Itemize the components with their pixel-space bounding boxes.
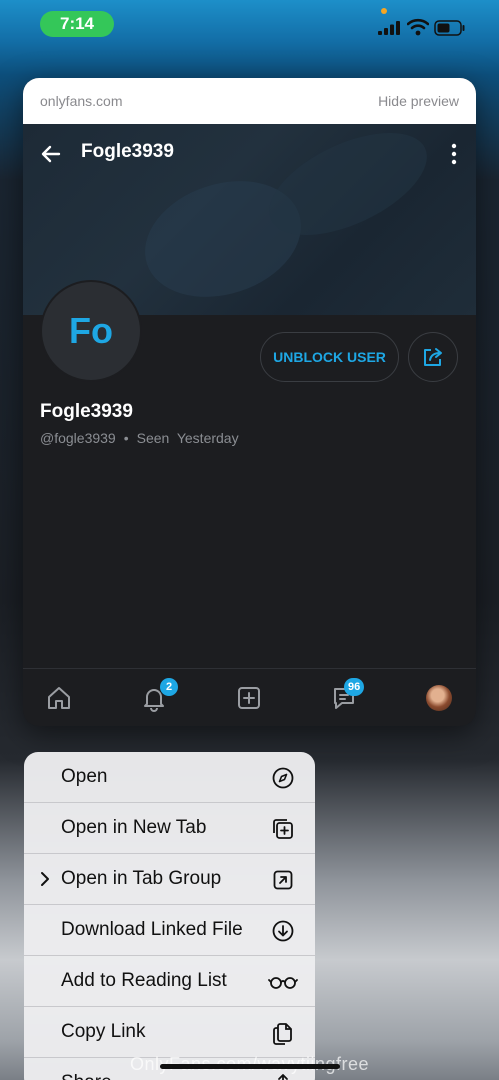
profile-meta: @fogle3939 • Seen Yesterday bbox=[40, 430, 239, 446]
copy-icon bbox=[273, 1023, 292, 1045]
menu-item-download-linked-file[interactable]: Download Linked File bbox=[24, 905, 315, 956]
new-tab-icon bbox=[273, 819, 293, 839]
profile-display-name: Fogle3939 bbox=[40, 401, 133, 422]
home-indicator bbox=[160, 1064, 340, 1069]
bottom-nav: 2 96 bbox=[23, 668, 476, 726]
nav-messages[interactable]: 96 bbox=[328, 678, 365, 714]
preview-header: onlyfans.com Hide preview bbox=[23, 78, 476, 124]
menu-item-copy-link[interactable]: Copy Link bbox=[24, 1007, 315, 1058]
preview-domain: onlyfans.com bbox=[40, 93, 123, 109]
menu-item-label: Open in New Tab bbox=[61, 817, 207, 838]
status-bar: 7:14 bbox=[0, 0, 499, 50]
battery-icon bbox=[434, 20, 465, 36]
notifications-badge: 2 bbox=[160, 678, 178, 696]
nav-profile[interactable] bbox=[423, 682, 455, 714]
menu-item-label: Open bbox=[61, 766, 108, 787]
menu-item-label: Add to Reading List bbox=[61, 970, 227, 991]
more-options-icon[interactable] bbox=[448, 142, 460, 166]
back-arrow-icon[interactable] bbox=[39, 142, 63, 166]
share-icon bbox=[424, 348, 442, 366]
glasses-icon bbox=[268, 977, 298, 989]
context-menu: Open Open in New Tab Open in Tab Group D… bbox=[24, 752, 315, 1080]
nav-notifications[interactable]: 2 bbox=[138, 678, 178, 714]
last-seen: Seen Yesterday bbox=[136, 430, 239, 446]
camera-indicator-icon bbox=[381, 8, 387, 14]
tab-group-icon bbox=[273, 870, 293, 890]
menu-item-open[interactable]: Open bbox=[24, 752, 315, 803]
menu-item-open-tab-group[interactable]: Open in Tab Group bbox=[24, 854, 315, 905]
messages-badge: 96 bbox=[344, 678, 365, 696]
status-time: 7:14 bbox=[40, 11, 114, 37]
share-profile-button[interactable] bbox=[408, 332, 458, 382]
nav-add-post[interactable] bbox=[233, 682, 265, 714]
wifi-icon bbox=[407, 18, 429, 36]
profile-header-title: Fogle3939 bbox=[81, 141, 174, 162]
add-square-icon bbox=[238, 687, 260, 709]
home-icon bbox=[48, 687, 70, 709]
user-avatar bbox=[426, 685, 452, 711]
chevron-right-icon bbox=[41, 872, 49, 886]
menu-item-label: Copy Link bbox=[61, 1021, 146, 1042]
compass-icon bbox=[272, 767, 294, 789]
menu-item-add-reading-list[interactable]: Add to Reading List bbox=[24, 956, 315, 1007]
meta-separator: • bbox=[123, 430, 129, 446]
menu-item-label: Open in Tab Group bbox=[61, 868, 222, 889]
nav-home[interactable] bbox=[43, 682, 75, 714]
menu-item-label: Download Linked File bbox=[61, 919, 243, 940]
menu-item-open-new-tab[interactable]: Open in New Tab bbox=[24, 803, 315, 854]
hide-preview-button[interactable]: Hide preview bbox=[378, 93, 459, 109]
download-icon bbox=[272, 920, 294, 942]
cellular-signal-icon bbox=[378, 21, 400, 35]
profile-avatar[interactable]: Fo bbox=[40, 280, 142, 382]
unblock-user-button[interactable]: UNBLOCK USER bbox=[260, 332, 399, 382]
profile-handle: @fogle3939 bbox=[40, 430, 116, 446]
link-preview[interactable]: onlyfans.com Hide preview Fogle3939 Fo U… bbox=[23, 78, 476, 726]
